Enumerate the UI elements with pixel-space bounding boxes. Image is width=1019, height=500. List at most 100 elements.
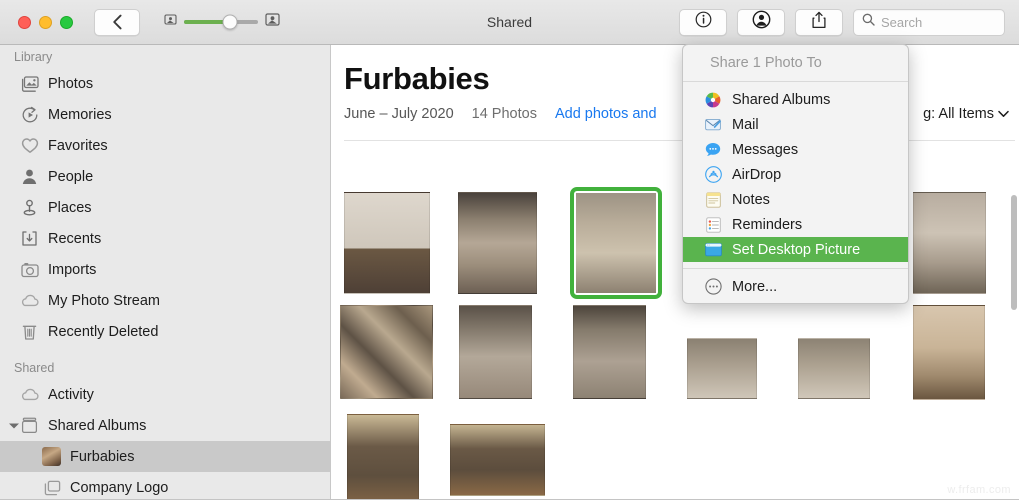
share-menu-item-airdrop[interactable]: AirDrop [683,162,908,187]
info-button[interactable] [679,8,727,36]
photo-thumbnail[interactable] [340,305,433,399]
memories-play-icon [20,105,39,124]
camera-icon [20,260,39,279]
people-button[interactable] [737,8,785,36]
photo-image [913,305,985,400]
share-menu-item-label: Mail [732,116,759,133]
sidebar-item-label: People [48,168,94,185]
toolbar-right-group: Search [679,8,1005,36]
sidebar-item-label: Company Logo [70,479,169,496]
person-circle-icon [752,10,771,34]
heart-icon [20,136,39,155]
large-photo-icon [265,12,280,32]
download-tray-icon [20,229,39,248]
photo-image [576,193,656,293]
photo-image [458,192,537,294]
search-field[interactable]: Search [853,8,1005,36]
sidebar-section-header-shared: Shared [14,361,55,375]
small-photo-icon [164,13,177,31]
zoom-slider-track[interactable] [184,14,258,30]
zoom-slider-knob[interactable] [222,14,238,30]
sidebar-item-recently-deleted[interactable]: Recently Deleted [0,316,330,347]
vertical-scrollbar[interactable] [1011,195,1017,310]
album-photo-count: 14 Photos [471,106,537,122]
photo-image [340,305,433,399]
sidebar-item-places[interactable]: Places [0,192,330,223]
showing-filter-dropdown[interactable]: g: All Items [923,106,1009,122]
photo-grid [332,187,1019,500]
photo-thumbnail[interactable] [687,338,757,399]
sidebar-item-label: Recently Deleted [48,323,159,340]
chevron-down-icon[interactable] [9,423,19,428]
sidebar-item-label: Memories [48,106,112,123]
photo-thumbnail[interactable] [573,305,646,399]
photo-thumbnail[interactable] [450,424,545,496]
photo-image [450,424,545,496]
share-menu-item-more[interactable]: More... [683,274,908,299]
photo-image [913,192,986,294]
sidebar-item-company-logo[interactable]: Company Logo [0,472,330,500]
album-meta-row: June – July 2020 14 Photos Add photos an… [332,97,1019,122]
sidebar: Library Photos Memories Favorites People [0,45,331,500]
photo-thumbnail[interactable] [344,192,430,294]
photo-image [344,192,430,294]
cloud-icon [20,291,39,310]
reminders-icon [704,216,722,234]
share-menu-item-messages[interactable]: Messages [683,137,908,162]
photos-stack-icon [20,74,39,93]
share-menu-item-label: More... [732,278,778,295]
photo-thumbnail[interactable] [347,414,419,500]
photo-thumbnail[interactable] [913,192,986,294]
sidebar-item-furbabies[interactable]: Furbabies [0,441,330,472]
thumbnail-zoom-slider[interactable] [164,12,280,32]
sidebar-item-label: Favorites [48,137,108,154]
sidebar-item-my-photo-stream[interactable]: My Photo Stream [0,285,330,316]
photo-thumbnail[interactable] [798,338,870,399]
share-menu-item-label: Messages [732,141,799,158]
share-menu-list: Shared Albums Mail Messages AirDrop Note… [683,82,908,262]
share-menu-item-label: Shared Albums [732,91,831,108]
maximize-button[interactable] [60,15,73,29]
share-menu-item-label: AirDrop [732,166,782,183]
desktop-picture-icon [704,241,722,259]
share-menu-item-label: Notes [732,191,770,208]
back-button[interactable] [94,8,140,36]
share-up-arrow-icon [811,11,827,34]
share-menu-item-notes[interactable]: Notes [683,187,908,212]
sidebar-item-favorites[interactable]: Favorites [0,130,330,161]
search-icon [862,13,875,31]
photo-thumbnail[interactable] [459,305,532,399]
chevron-left-icon [112,14,123,30]
header-divider [344,140,1015,141]
sidebar-item-shared-albums[interactable]: Shared Albums [0,410,330,441]
sidebar-item-recents[interactable]: Recents [0,223,330,254]
minimize-button[interactable] [39,15,52,29]
sidebar-item-label: Imports [48,261,97,278]
share-menu-footer: More... [683,269,908,299]
share-menu-item-mail[interactable]: Mail [683,112,908,137]
share-menu-item-set-desktop-picture[interactable]: Set Desktop Picture [683,237,908,262]
photo-thumbnail[interactable] [913,305,985,400]
add-photos-link[interactable]: Add photos and [555,106,657,122]
sidebar-item-activity[interactable]: Activity [0,379,330,410]
photo-image [573,305,646,399]
sidebar-row-shared-albums: Shared Albums [0,410,330,441]
shared-albums-icon [704,91,722,109]
airdrop-icon [704,166,722,184]
share-menu-item-shared-albums[interactable]: Shared Albums [683,87,908,112]
person-icon [20,167,39,186]
photo-image [798,338,870,399]
sidebar-item-memories[interactable]: Memories [0,99,330,130]
sidebar-item-label: Places [48,199,92,216]
photo-thumbnail-selected[interactable] [570,187,662,299]
close-button[interactable] [18,15,31,29]
sidebar-item-people[interactable]: People [0,161,330,192]
notes-icon [704,191,722,209]
sidebar-item-photos[interactable]: Photos [0,68,330,99]
share-menu-item-label: Reminders [732,216,803,233]
albums-stack-icon [42,478,61,497]
share-menu-item-reminders[interactable]: Reminders [683,212,908,237]
sidebar-item-imports[interactable]: Imports [0,254,330,285]
photo-thumbnail[interactable] [458,192,537,294]
share-button[interactable] [795,8,843,36]
